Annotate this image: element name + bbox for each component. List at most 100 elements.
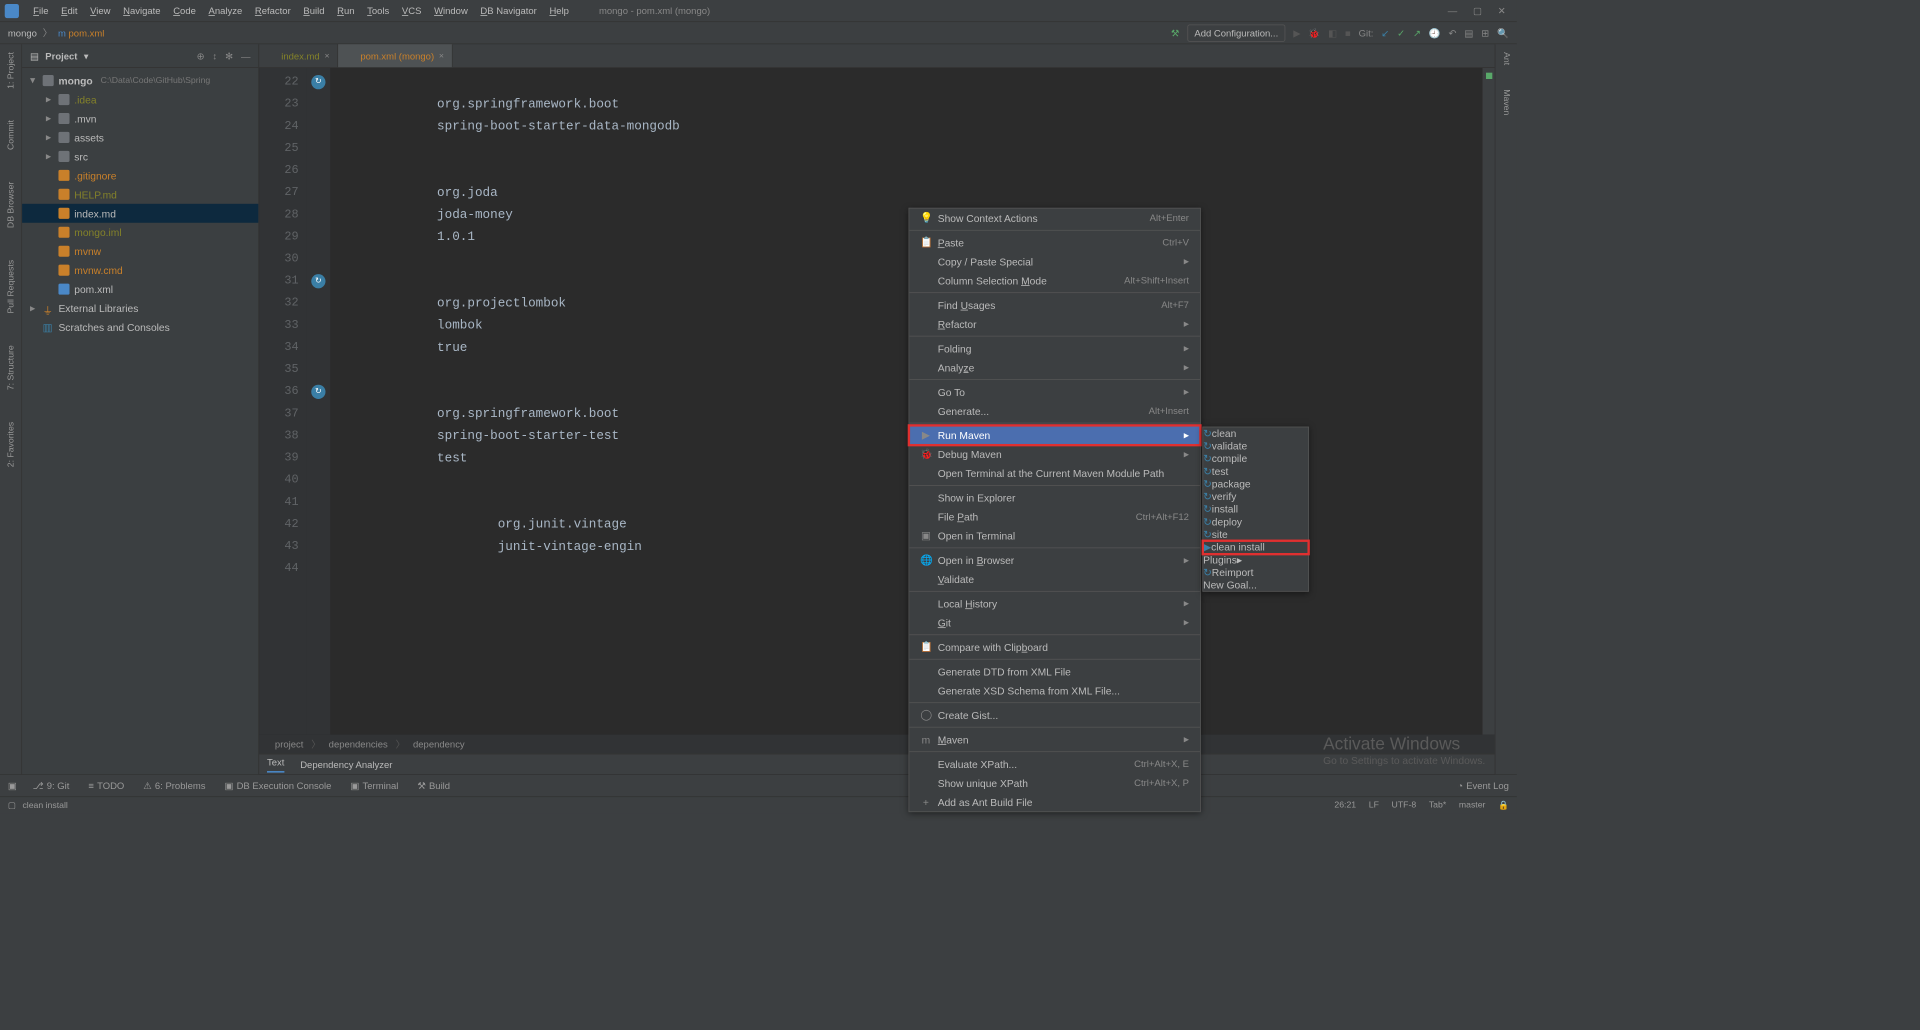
maven-goal-install[interactable]: ↻install xyxy=(1203,503,1308,516)
menu-item-find-usages[interactable]: Find UsagesAlt+F7 xyxy=(909,295,1200,314)
bottom-tool-terminal[interactable]: ▣ Terminal xyxy=(350,780,398,791)
scratches-consoles[interactable]: ▥ Scratches and Consoles xyxy=(22,318,258,337)
tree-item-HELP-md[interactable]: HELP.md xyxy=(22,185,258,204)
run-icon[interactable]: ▶ xyxy=(1293,27,1300,38)
tree-item--mvn[interactable]: ▸.mvn xyxy=(22,109,258,128)
scrollbar[interactable] xyxy=(1482,68,1495,735)
status-item[interactable]: UTF-8 xyxy=(1392,800,1417,810)
git-commit-icon[interactable]: ✓ xyxy=(1397,27,1405,38)
menu-item-analyze[interactable]: Analyze▸ xyxy=(909,358,1200,377)
breadcrumb-dependencies[interactable]: dependencies xyxy=(329,739,388,750)
code-editor[interactable]: org.springframework.boot spring-boot-sta… xyxy=(330,68,1482,735)
bottom-tool-build[interactable]: ⚒ Build xyxy=(417,780,450,791)
run-maven-submenu[interactable]: ↻clean↻validate↻compile↻test↻package↻ver… xyxy=(1202,427,1309,592)
project-root[interactable]: ▾ mongo C:\Data\Code\GitHub\Spring xyxy=(22,71,258,90)
menu-item-show-context-actions[interactable]: 💡Show Context ActionsAlt+Enter xyxy=(909,209,1200,228)
close-icon[interactable]: ✕ xyxy=(1498,5,1506,16)
bottom-tool-6--problems[interactable]: ⚠ 6: Problems xyxy=(143,780,205,791)
menu-code[interactable]: Code xyxy=(167,5,202,16)
tree-item-mongo-iml[interactable]: mongo.iml xyxy=(22,223,258,242)
tree-item-index-md[interactable]: index.md xyxy=(22,204,258,223)
maven-goal-site[interactable]: ↻site xyxy=(1203,529,1308,542)
menu-item-copy-paste-special[interactable]: Copy / Paste Special▸ xyxy=(909,252,1200,271)
git-push-icon[interactable]: ↗ xyxy=(1413,27,1421,38)
tool-windows-icon[interactable]: ▣ xyxy=(8,780,17,791)
debug-icon[interactable]: 🐞 xyxy=(1308,27,1320,38)
menu-item-local-history[interactable]: Local History▸ xyxy=(909,594,1200,613)
gutter-marks[interactable]: ↻↻↻ xyxy=(307,68,331,735)
menu-item-go-to[interactable]: Go To▸ xyxy=(909,382,1200,401)
breadcrumb-dependency[interactable]: dependency xyxy=(413,739,465,750)
add-configuration-button[interactable]: Add Configuration... xyxy=(1187,24,1285,41)
menu-tools[interactable]: Tools xyxy=(361,5,396,16)
left-tab-2--favorites[interactable]: 2: Favorites xyxy=(6,422,15,467)
stop-icon[interactable]: ■ xyxy=(1345,27,1351,38)
menu-item-generate-[interactable]: Generate...Alt+Insert xyxy=(909,401,1200,420)
git-update-icon[interactable]: ↙ xyxy=(1381,27,1389,38)
menu-refactor[interactable]: Refactor xyxy=(249,5,297,16)
tree-item-src[interactable]: ▸src xyxy=(22,147,258,166)
tree-item-assets[interactable]: ▸assets xyxy=(22,128,258,147)
left-tab-pull-requests[interactable]: Pull Requests xyxy=(6,260,15,314)
maven-goal-deploy[interactable]: ↻deploy xyxy=(1203,516,1308,529)
select-opened-file-icon[interactable]: ⊕ xyxy=(197,50,205,61)
menu-file[interactable]: File xyxy=(27,5,55,16)
left-tab-commit[interactable]: Commit xyxy=(6,120,15,150)
menu-help[interactable]: Help xyxy=(543,5,575,16)
settings-icon[interactable]: ✻ xyxy=(225,50,233,61)
dropdown-icon[interactable]: ▾ xyxy=(84,50,89,61)
menu-item-add-as-ant-build-file[interactable]: +Add as Ant Build File xyxy=(909,792,1200,811)
menu-edit[interactable]: Edit xyxy=(55,5,84,16)
maven-goal-test[interactable]: ↻test xyxy=(1203,465,1308,478)
maven-goal-validate[interactable]: ↻validate xyxy=(1203,440,1308,453)
tree-item--idea[interactable]: ▸.idea xyxy=(22,90,258,109)
menu-analyze[interactable]: Analyze xyxy=(202,5,248,16)
menu-item-maven[interactable]: mMaven▸ xyxy=(909,730,1200,749)
menu-item-git[interactable]: Git▸ xyxy=(909,613,1200,632)
expand-all-icon[interactable]: ↕ xyxy=(212,50,217,61)
minimize-icon[interactable]: — xyxy=(1448,5,1457,16)
menu-item-paste[interactable]: 📋PasteCtrl+V xyxy=(909,233,1200,252)
status-item[interactable]: 🔒 xyxy=(1498,800,1509,810)
menu-item-open-in-terminal[interactable]: ▣Open in Terminal xyxy=(909,526,1200,545)
hide-icon[interactable]: — xyxy=(241,50,250,61)
git-history-icon[interactable]: 🕘 xyxy=(1429,27,1441,38)
menu-run[interactable]: Run xyxy=(331,5,361,16)
menu-item-open-in-browser[interactable]: 🌐Open in Browser▸ xyxy=(909,551,1200,570)
search-everywhere-icon[interactable]: 🔍 xyxy=(1497,27,1509,38)
status-item[interactable]: 26:21 xyxy=(1334,800,1356,810)
menu-window[interactable]: Window xyxy=(428,5,474,16)
maven-goal-clean-install[interactable]: ▶clean install xyxy=(1203,541,1308,554)
status-icon[interactable]: ▢ xyxy=(8,800,16,810)
project-view-label[interactable]: Project xyxy=(45,50,77,61)
menu-item-column-selection-mode[interactable]: Column Selection ModeAlt+Shift+Insert xyxy=(909,271,1200,290)
activity-icon[interactable]: ⊞ xyxy=(1481,27,1489,38)
menu-view[interactable]: View xyxy=(84,5,117,16)
menu-item-refactor[interactable]: Refactor▸ xyxy=(909,314,1200,333)
editor-breadcrumb[interactable]: project〉dependencies〉dependency xyxy=(259,735,1495,754)
menu-item-run-maven[interactable]: ▶Run Maven▸ xyxy=(909,426,1200,445)
bottom-tool-9--git[interactable]: ⎇ 9: Git xyxy=(33,780,70,791)
build-icon[interactable]: ⚒ xyxy=(1171,27,1180,38)
status-item[interactable]: LF xyxy=(1369,800,1379,810)
external-libraries[interactable]: ▸ ⏚ External Libraries xyxy=(22,299,258,318)
editor-footer-tab-dependency-analyzer[interactable]: Dependency Analyzer xyxy=(300,759,392,770)
menu-item-create-gist-[interactable]: ◯Create Gist... xyxy=(909,705,1200,724)
menu-item-file-path[interactable]: File PathCtrl+Alt+F12 xyxy=(909,507,1200,526)
menu-db-navigator[interactable]: DB Navigator xyxy=(474,5,543,16)
maven-goal-compile[interactable]: ↻compile xyxy=(1203,453,1308,466)
project-tree[interactable]: ▾ mongo C:\Data\Code\GitHub\Spring ▸.ide… xyxy=(22,68,258,340)
left-tab-7--structure[interactable]: 7: Structure xyxy=(6,345,15,390)
menu-item-folding[interactable]: Folding▸ xyxy=(909,339,1200,358)
left-tab-db-browser[interactable]: DB Browser xyxy=(6,182,15,228)
tree-item-pom-xml[interactable]: pom.xml xyxy=(22,280,258,299)
menu-item-open-terminal-at-the-current-maven-module-path[interactable]: Open Terminal at the Current Maven Modul… xyxy=(909,464,1200,483)
breadcrumb[interactable]: mongo 〉 m pom.xml xyxy=(8,26,104,39)
maven-goal-clean[interactable]: ↻clean xyxy=(1203,427,1308,440)
event-log-button[interactable]: ◔ Event Log xyxy=(1457,780,1509,791)
breadcrumb-project[interactable]: project xyxy=(275,739,303,750)
editor-context-menu[interactable]: 💡Show Context ActionsAlt+Enter 📋PasteCtrl… xyxy=(909,208,1201,812)
maven-goal-plugins[interactable]: Plugins▸ xyxy=(1203,554,1308,567)
menu-item-compare-with-clipboard[interactable]: 📋Compare with Clipboard xyxy=(909,638,1200,657)
tree-item-mvnw-cmd[interactable]: mvnw.cmd xyxy=(22,261,258,280)
